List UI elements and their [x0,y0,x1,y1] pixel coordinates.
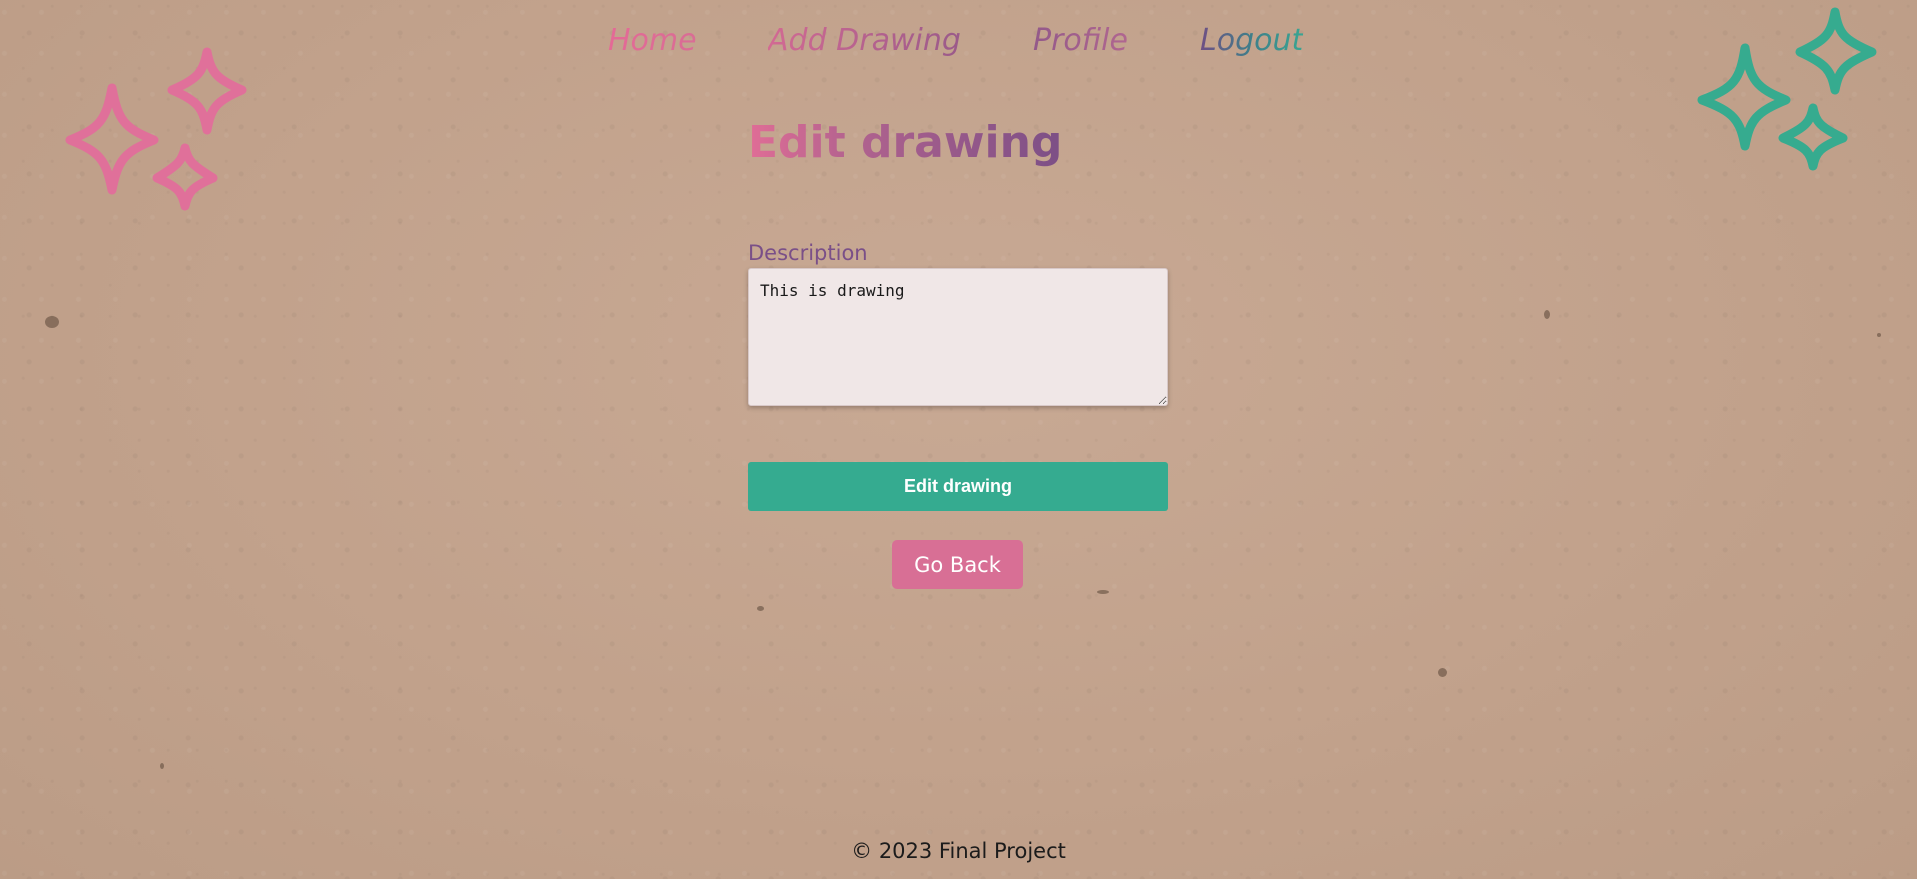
paper-speck [1544,310,1550,319]
description-textarea[interactable]: This is drawing [748,268,1168,406]
paper-speck [1877,333,1881,337]
paper-speck [45,316,59,328]
nav-profile-link[interactable]: Profile [1033,18,1128,64]
nav-home-link[interactable]: Home [608,18,697,64]
description-label: Description [748,241,868,265]
paper-speck [160,763,164,769]
main-nav: Home Add Drawing Profile Logout [0,18,1917,64]
paper-speck [1097,590,1109,594]
page-title: Edit drawing [748,115,1062,171]
paper-speck [757,606,764,611]
paper-speck [1438,668,1447,677]
go-back-button[interactable]: Go Back [892,540,1023,589]
edit-drawing-button[interactable]: Edit drawing [748,462,1168,511]
nav-add-drawing-link[interactable]: Add Drawing [768,18,961,64]
footer-copyright: © 2023 Final Project [851,839,1066,863]
nav-logout-link[interactable]: Logout [1200,18,1303,64]
